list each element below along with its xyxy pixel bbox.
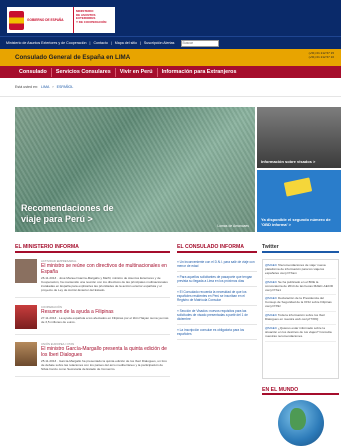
tweet[interactable]: @MAEC Se ha publicado en el BOE la convo… — [265, 279, 336, 296]
breadcrumb: Está usted en: LIMA › ESPAÑOL — [0, 78, 341, 97]
consulate-entry[interactable]: » Un inconveniente con el D.N.I. para sa… — [177, 257, 257, 272]
ministry-heading: EL MINISTERIO INFORMA — [15, 244, 170, 253]
util-link-contact[interactable]: Contacto — [93, 41, 107, 45]
news-body: 26.11.2013 · José Manuel García-Margallo… — [41, 276, 168, 292]
news-item[interactable]: UNIÓN EUROPEA / OTAN El ministro García-… — [15, 342, 170, 377]
hero-headline[interactable]: Recomendaciones de viaje para Perú > — [21, 203, 114, 225]
tweet[interactable]: @MAEC ¿Quieres estar informado sobre la … — [265, 325, 336, 342]
twitter-feed[interactable]: @MAEC 'Recomendaciones de viaje' nueva p… — [262, 259, 339, 379]
consulate-entry[interactable]: » Para aquellos solicitantes de pasaport… — [177, 272, 257, 287]
consulate-news: EL CONSULADO INFORMA » Un inconveniente … — [177, 244, 257, 340]
twitter-heading: Twitter — [262, 244, 339, 253]
news-thumbnail — [15, 342, 37, 366]
site-title[interactable]: Consulado General de España en LIMA — [15, 54, 130, 61]
nav-extranjeros[interactable]: Información para Extranjeros — [158, 68, 241, 77]
news-title[interactable]: El ministro se reúne con directivos de m… — [41, 263, 170, 275]
magazine-icon — [283, 177, 313, 197]
search-input[interactable] — [181, 39, 220, 47]
visa-promo-caption: Información sobre visados > — [261, 159, 316, 164]
phone-info: (+51) 01 212 57 15 (+51) 01 212 57 16 — [308, 51, 334, 60]
nav-servicios[interactable]: Servicios Consulares — [52, 67, 116, 77]
news-item[interactable]: ACTIVIDAD EMPRESARIAL El ministro se reú… — [15, 259, 170, 298]
ministry-logo[interactable]: MINISTERIO DE ASUNTOS EXTERIORES Y DE CO… — [73, 7, 115, 33]
visa-promo[interactable]: Información sobre visados > — [257, 107, 341, 168]
news-body: 25.11.2013 · García-Margallo ha presenta… — [41, 359, 168, 371]
globe-icon[interactable] — [277, 400, 324, 446]
hero-credit: Lomas de Amancaes — [217, 224, 249, 228]
twitter-column: Twitter @MAEC 'Recomendaciones de viaje'… — [262, 244, 339, 446]
nav-vivir[interactable]: Vivir en Perú — [116, 67, 158, 77]
hero-slide[interactable]: Recomendaciones de viaje para Perú > Lom… — [15, 107, 255, 232]
news-thumbnail — [15, 259, 37, 283]
utility-bar: Ministerio de Asuntos Exteriores y de Co… — [0, 36, 341, 49]
ministry-news: EL MINISTERIO INFORMA ACTIVIDAD EMPRESAR… — [15, 244, 170, 384]
util-link-alerts[interactable]: Suscripción Alertas — [144, 41, 175, 45]
breadcrumb-lang[interactable]: ESPAÑOL — [57, 85, 74, 89]
news-body: 27.11.2013 · La ayuda española a los afe… — [41, 316, 169, 324]
consulate-heading: EL CONSULADO INFORMA — [177, 244, 257, 253]
tweet[interactable]: @MAEC Declaración de la Presidencia del … — [265, 295, 336, 313]
page: GOBIERNO DE ESPAÑA MINISTERIO DE ASUNTOS… — [0, 0, 341, 448]
world-heading: EN EL MUNDO — [262, 387, 339, 395]
news-title[interactable]: El ministro García-Margallo presenta la … — [41, 346, 170, 358]
site-titlebar: Consulado General de España en LIMA (+51… — [0, 49, 341, 66]
util-link-sitemap[interactable]: Mapa del sitio — [115, 41, 137, 45]
obd-promo[interactable]: Ya disponible el segundo número de 'OBD … — [257, 170, 341, 232]
news-thumbnail — [15, 305, 37, 329]
top-header: GOBIERNO DE ESPAÑA MINISTERIO DE ASUNTOS… — [0, 0, 341, 36]
news-item[interactable]: COOPERACIÓN Resumen de la ayuda a Filipi… — [15, 305, 170, 335]
consulate-entry[interactable]: » La inscripción consular es obligatoria… — [177, 325, 257, 340]
ministry-line-3: Y DE COOPERACIÓN — [76, 19, 107, 24]
breadcrumb-label: Está usted en: — [15, 85, 38, 89]
tweet[interactable]: @MAEC Toda la información sobre los Iber… — [265, 312, 336, 325]
obd-promo-caption: Ya disponible el segundo número de 'OBD … — [261, 217, 331, 227]
consulate-entry[interactable]: » El Consulado recuerda la necesidad de … — [177, 287, 257, 306]
nav-consulado[interactable]: Consulado — [15, 67, 52, 77]
main-nav: Consulado Servicios Consulares Vivir en … — [0, 66, 341, 78]
gobierno-logo[interactable]: GOBIERNO DE ESPAÑA — [7, 7, 73, 33]
coat-of-arms-icon — [9, 10, 24, 30]
phone-2: (+51) 01 212 57 16 — [308, 54, 334, 59]
tweet[interactable]: @MAEC 'Recomendaciones de viaje' nueva p… — [265, 262, 336, 279]
news-title[interactable]: Resumen de la ayuda a Filipinas — [41, 309, 170, 315]
logo-text: GOBIERNO DE ESPAÑA — [27, 18, 64, 22]
util-link-ministry[interactable]: Ministerio de Asuntos Exteriores y de Co… — [6, 41, 87, 45]
breadcrumb-lima[interactable]: LIMA — [41, 85, 49, 89]
consulate-entry[interactable]: » Sección de Visados: nuevos requisitos … — [177, 306, 257, 325]
